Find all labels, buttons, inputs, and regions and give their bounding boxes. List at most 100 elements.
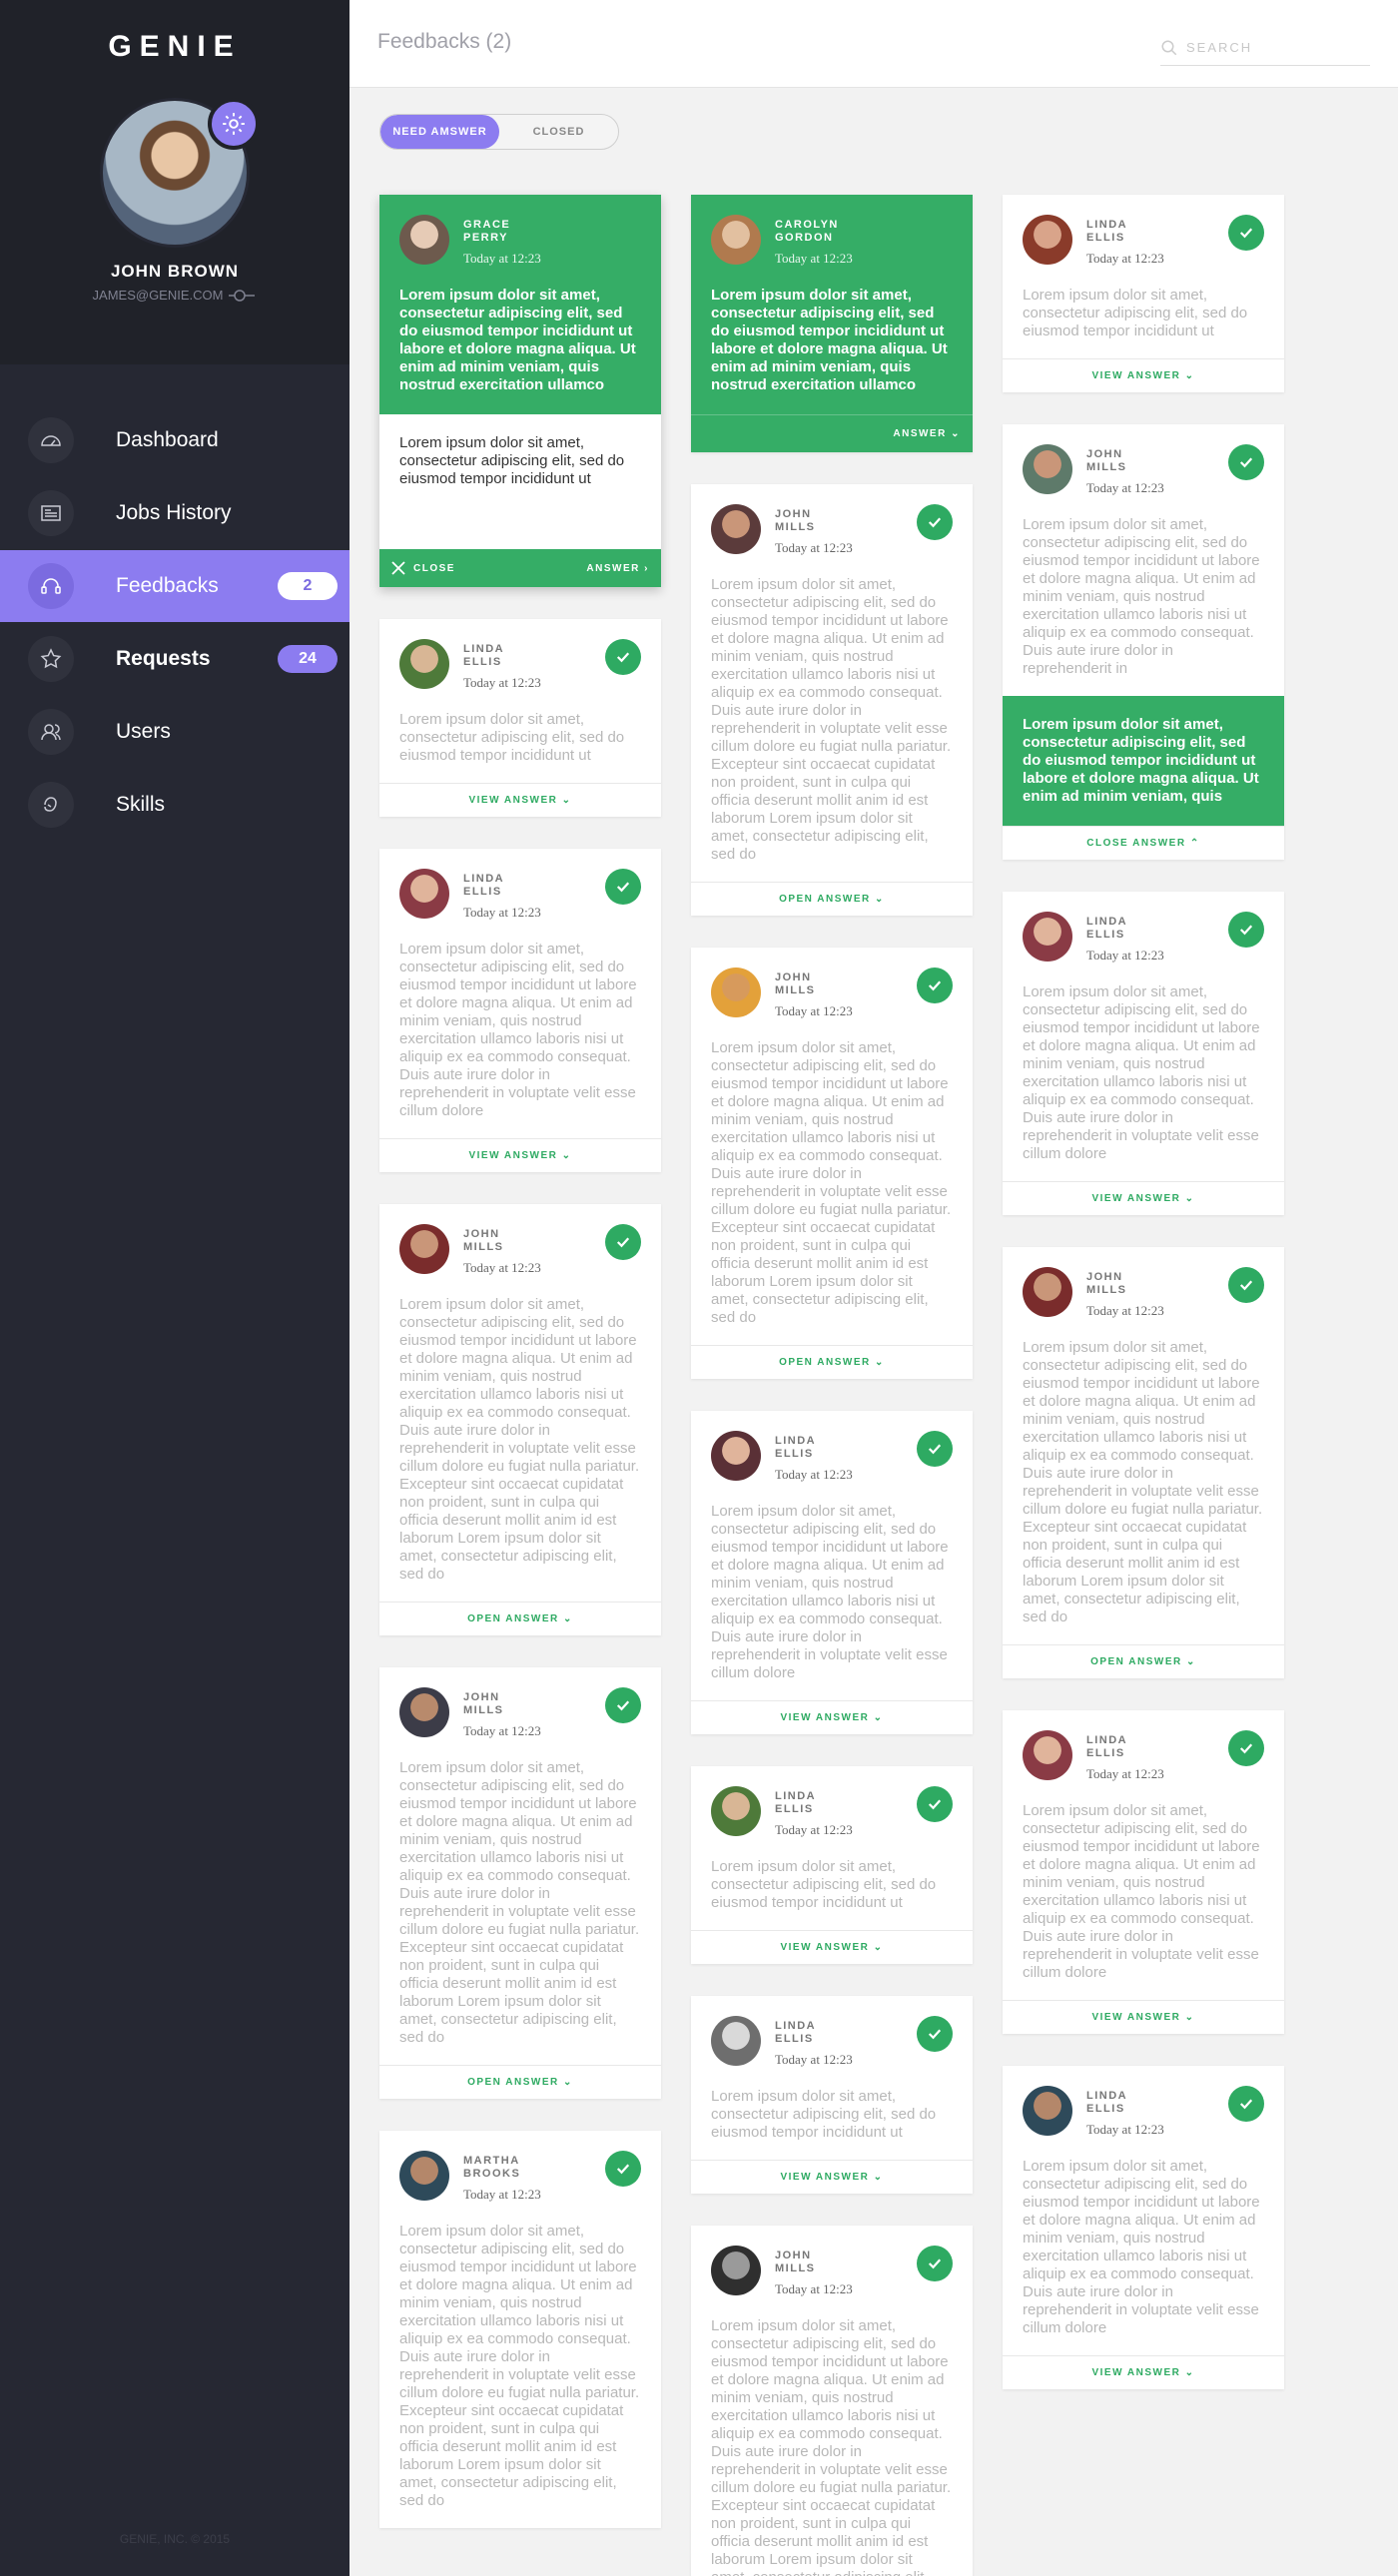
card-author: MARTHA BROOKS Today at 12:23 <box>463 2151 543 2203</box>
open-answer-button[interactable]: OPEN ANSWER ⌄ <box>691 1345 973 1379</box>
card-author: LINDA ELLIS Today at 12:23 <box>1086 1730 1166 1782</box>
author-name: JOHN MILLS <box>775 508 816 533</box>
chevron-down-icon: ⌄ <box>1184 1193 1195 1204</box>
author-name: JOHN MILLS <box>775 971 816 996</box>
answered-check-icon <box>917 2246 953 2281</box>
card-header: LINDA ELLIS Today at 12:23 <box>691 1766 973 1838</box>
author-name: GRACE PERRY <box>463 219 511 244</box>
answered-check-icon <box>917 504 953 540</box>
view-answer-button[interactable]: VIEW ANSWER ⌄ <box>1003 2000 1284 2034</box>
avatar <box>711 1431 761 1481</box>
search-input[interactable] <box>1186 40 1366 55</box>
answered-check-icon <box>605 1224 641 1260</box>
card-date: Today at 12:23 <box>1086 1303 1164 1318</box>
card-date: Today at 12:23 <box>775 2281 853 2296</box>
avatar <box>399 639 449 689</box>
answered-check-icon <box>605 2151 641 2187</box>
card-author: JOHN MILLS Today at 12:23 <box>1086 1267 1166 1319</box>
chevron-down-icon: ⌄ <box>1184 2012 1195 2023</box>
card-author: JOHN MILLS Today at 12:23 <box>463 1224 543 1276</box>
card-author: LINDA ELLIS Today at 12:23 <box>1086 215 1166 267</box>
card-date: Today at 12:23 <box>1086 480 1164 495</box>
avatar <box>399 869 449 919</box>
view-answer-button[interactable]: VIEW ANSWER ⌄ <box>691 2160 973 2194</box>
question-text: Lorem ipsum dolor sit amet, consectetur … <box>399 287 636 393</box>
card-header: MARTHA BROOKS Today at 12:23 <box>379 2131 661 2203</box>
nav-label: Jobs History <box>116 501 232 524</box>
avatar <box>1023 215 1072 265</box>
nav-item-users[interactable]: Users <box>0 696 350 768</box>
answered-check-icon <box>1228 1267 1264 1303</box>
open-answer-button[interactable]: OPEN ANSWER ⌄ <box>379 2065 661 2099</box>
view-answer-button[interactable]: VIEW ANSWER ⌄ <box>1003 2355 1284 2389</box>
users-icon <box>28 709 74 755</box>
answered-check-icon <box>1228 2086 1264 2122</box>
view-answer-label: VIEW ANSWER <box>780 1942 870 1953</box>
nav-item-skills[interactable]: Skills <box>0 769 350 841</box>
chevron-up-icon: ⌃ <box>1189 838 1200 849</box>
card-author: JOHN MILLS Today at 12:23 <box>775 2246 855 2297</box>
avatar <box>1023 2086 1072 2136</box>
card-author: LINDA ELLIS Today at 12:23 <box>463 639 543 691</box>
profile-panel: GENIE JOHN BROWN JAMES@GENIE.COM <box>0 0 350 364</box>
chevron-down-icon: ⌄ <box>561 1150 572 1161</box>
author-name: LINDA ELLIS <box>463 873 504 898</box>
card-author: JOHN MILLS Today at 12:23 <box>775 504 855 556</box>
newspaper-icon <box>28 490 74 536</box>
filter-need-answer[interactable]: NEED AMSWER <box>380 115 499 149</box>
chevron-down-icon: ⌄ <box>1184 370 1195 381</box>
avatar <box>711 215 761 265</box>
nav-label: Requests <box>116 647 211 670</box>
feedback-card: LINDA ELLIS Today at 12:23 Lorem ipsum do… <box>1003 195 1284 392</box>
card-date: Today at 12:23 <box>463 2187 541 2202</box>
star-icon <box>28 636 74 682</box>
open-answer-label: OPEN ANSWER <box>1090 1656 1182 1667</box>
card-header: GRACE PERRY Today at 12:23 <box>379 195 661 267</box>
view-answer-label: VIEW ANSWER <box>1091 2367 1181 2378</box>
card-header: JOHN MILLS Today at 12:23 <box>691 948 973 1019</box>
card-date: Today at 12:23 <box>775 540 853 555</box>
card-date: Today at 12:23 <box>463 1723 541 1738</box>
settings-button[interactable] <box>208 98 260 150</box>
answer-label: ANSWER <box>893 428 947 439</box>
card-date: Today at 12:23 <box>775 1003 853 1018</box>
close-button[interactable]: CLOSE <box>391 561 455 575</box>
chevron-down-icon: ⌄ <box>875 1357 885 1368</box>
chevron-down-icon: ⌄ <box>561 795 572 806</box>
view-answer-button[interactable]: VIEW ANSWER ⌄ <box>691 1700 973 1734</box>
view-answer-button[interactable]: VIEW ANSWER ⌄ <box>1003 1181 1284 1215</box>
app-logo[interactable]: GENIE <box>0 30 350 64</box>
open-answer-button[interactable]: OPEN ANSWER ⌄ <box>1003 1644 1284 1678</box>
view-answer-button[interactable]: VIEW ANSWER ⌄ <box>379 1138 661 1172</box>
feedback-column-1: GRACE PERRY Today at 12:23 Lorem ipsum d… <box>379 195 661 2560</box>
view-answer-button[interactable]: VIEW ANSWER ⌄ <box>379 783 661 817</box>
answer-button[interactable]: ANSWER ⌄ <box>893 428 961 439</box>
nav-item-jobs-history[interactable]: Jobs History <box>0 477 350 549</box>
card-header: JOHN MILLS Today at 12:23 <box>691 2226 973 2297</box>
feedback-text: Lorem ipsum dolor sit amet, consectetur … <box>399 1296 640 1583</box>
close-answer-button[interactable]: CLOSE ANSWER ⌃ <box>1003 826 1284 860</box>
nav-item-dashboard[interactable]: Dashboard <box>0 404 350 476</box>
card-date: Today at 12:23 <box>463 905 541 920</box>
feedback-text: Lorem ipsum dolor sit amet, consectetur … <box>711 1039 952 1326</box>
view-answer-label: VIEW ANSWER <box>468 1150 558 1161</box>
nav-item-requests[interactable]: Requests 24 <box>0 623 350 695</box>
view-answer-button[interactable]: VIEW ANSWER ⌄ <box>691 1930 973 1964</box>
search-box[interactable] <box>1160 30 1370 66</box>
answer-button[interactable]: ANSWER › <box>586 563 649 574</box>
open-answer-button[interactable]: OPEN ANSWER ⌄ <box>691 882 973 916</box>
logout-icon[interactable] <box>229 289 257 303</box>
answered-check-icon <box>1228 444 1264 480</box>
card-date: Today at 12:23 <box>1086 251 1164 266</box>
open-answer-button[interactable]: OPEN ANSWER ⌄ <box>379 1602 661 1635</box>
avatar <box>1023 912 1072 962</box>
filter-closed[interactable]: CLOSED <box>499 115 618 149</box>
chevron-down-icon: ⌄ <box>873 2172 884 2183</box>
open-answer-label: OPEN ANSWER <box>779 1357 871 1368</box>
nav-item-feedbacks[interactable]: Feedbacks 2 <box>0 550 350 622</box>
card-header: JOHN MILLS Today at 12:23 <box>379 1204 661 1276</box>
view-answer-button[interactable]: VIEW ANSWER ⌄ <box>1003 358 1284 392</box>
avatar <box>711 504 761 554</box>
card-author: LINDA ELLIS Today at 12:23 <box>775 2016 855 2068</box>
avatar-wrap <box>100 98 260 248</box>
